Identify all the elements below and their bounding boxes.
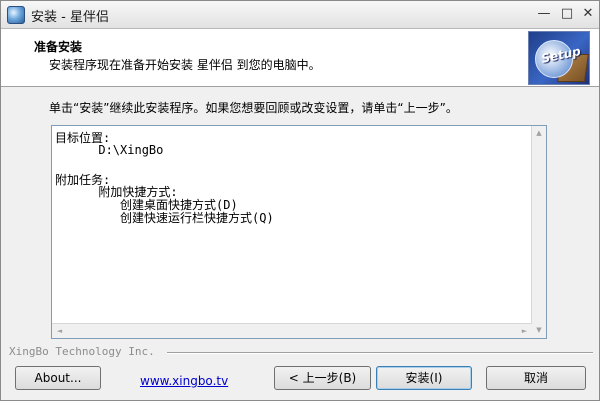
- scroll-down-icon[interactable]: ▼: [532, 323, 546, 338]
- page-title: 准备安装: [34, 40, 83, 54]
- scroll-up-icon[interactable]: ▲: [532, 126, 546, 141]
- close-button[interactable]: ✕: [579, 6, 597, 22]
- minimize-button[interactable]: —: [535, 6, 553, 22]
- ready-memo[interactable]: 目标位置: D:\XingBo 附加任务: 附加快捷方式: 创建桌面快捷方式(D…: [51, 125, 547, 339]
- back-button[interactable]: < 上一步(B): [274, 366, 371, 390]
- brand-label: XingBo Technology Inc.: [9, 345, 155, 358]
- about-button[interactable]: About...: [15, 366, 101, 390]
- installer-window: 安装 - 星伴侣 — □ ✕ 准备安装 安装程序现在准备开始安装 星伴侣 到您的…: [0, 0, 600, 401]
- scroll-left-icon[interactable]: ◄: [52, 324, 67, 338]
- wizard-header: 准备安装 安装程序现在准备开始安装 星伴侣 到您的电脑中。 Setup: [1, 29, 599, 87]
- horizontal-scrollbar[interactable]: ◄ ►: [52, 323, 532, 338]
- title-bar[interactable]: 安装 - 星伴侣 — □ ✕: [1, 1, 599, 29]
- cancel-button[interactable]: 取消: [486, 366, 586, 390]
- instruction-text: 单击“安装”继续此安装程序。如果您想要回顾或改变设置，请单击“上一步”。: [49, 101, 458, 115]
- maximize-button[interactable]: □: [558, 6, 576, 22]
- window-title: 安装 - 星伴侣: [31, 10, 109, 25]
- vertical-scrollbar[interactable]: ▲ ▼: [531, 126, 546, 338]
- setup-logo-icon: Setup: [528, 31, 590, 85]
- install-button[interactable]: 安装(I): [376, 366, 472, 390]
- footer-separator: [167, 352, 593, 354]
- page-subtitle: 安装程序现在准备开始安装 星伴侣 到您的电脑中。: [49, 58, 321, 72]
- website-link[interactable]: www.xingbo.tv: [140, 374, 228, 388]
- scroll-right-icon[interactable]: ►: [517, 324, 532, 338]
- memo-line: 创建快速运行栏快捷方式(Q): [55, 211, 274, 225]
- app-icon: [7, 6, 25, 24]
- memo-line: D:\XingBo: [55, 143, 164, 157]
